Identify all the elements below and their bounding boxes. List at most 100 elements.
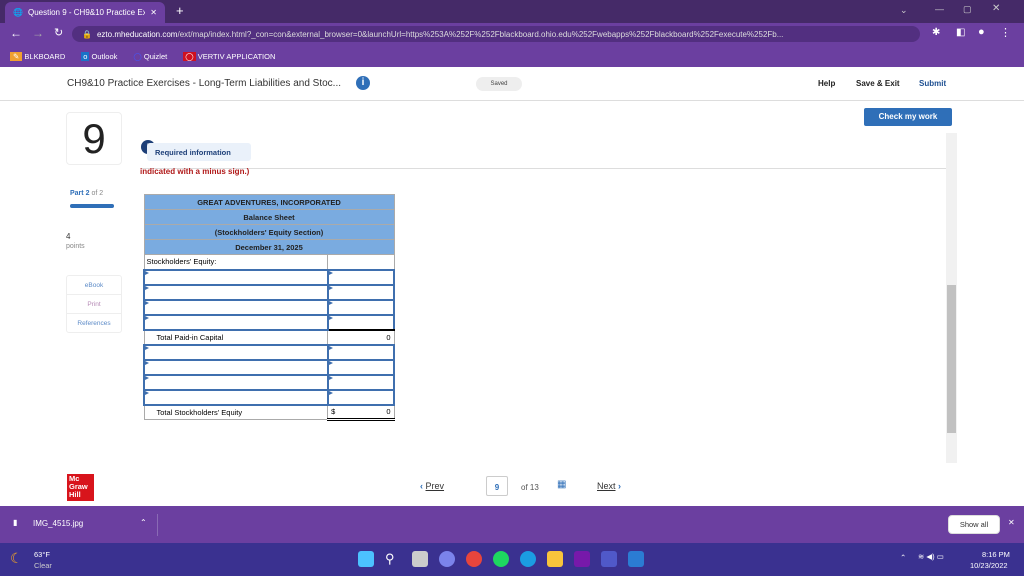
assignment-header: CH9&10 Practice Exercises - Long-Term Li…: [0, 67, 1024, 101]
points-label: points: [66, 243, 85, 250]
bookmark-outlook[interactable]: o Outlook: [81, 51, 117, 61]
taskbar: ☾ 63°F Clear ⚲ ⌃ ≋ ◀) ▭ 8:16 PM 10/23/20…: [0, 543, 1024, 576]
table-row: [143, 388, 396, 406]
tab-search-icon[interactable]: ⌄: [900, 5, 908, 16]
spotify-icon[interactable]: [493, 551, 509, 567]
side-links: eBook Print References: [66, 275, 122, 333]
profile-icon[interactable]: ●: [978, 26, 985, 38]
onenote-icon[interactable]: [574, 551, 590, 567]
info-icon[interactable]: i: [356, 76, 370, 90]
clock-date[interactable]: 10/23/2022: [970, 561, 1008, 570]
url-input[interactable]: 🔒 ezto.mheducation.com /ext/map/index.ht…: [72, 26, 920, 42]
amount-input[interactable]: [326, 313, 396, 331]
amount-input[interactable]: [326, 268, 396, 286]
close-tab-icon[interactable]: ✕: [150, 8, 157, 17]
start-icon[interactable]: [358, 551, 374, 567]
table-row: [143, 373, 396, 391]
prev-button[interactable]: ‹ Prev: [420, 481, 444, 491]
points-value: 4: [66, 232, 71, 241]
help-button[interactable]: Help: [818, 79, 835, 88]
bookmarks-bar: ✎ BLKBOARD o Outlook ◯ Quizlet ◯ VERTIV …: [0, 45, 1024, 67]
chevron-up-icon[interactable]: ⌃: [140, 518, 147, 527]
next-button[interactable]: Next ›: [597, 481, 621, 491]
chat-icon[interactable]: [439, 551, 455, 567]
close-window-icon[interactable]: ✕: [992, 3, 1000, 14]
statement-subtitle: (Stockholders' Equity Section): [143, 224, 395, 240]
amount-input[interactable]: [326, 283, 396, 301]
references-link[interactable]: References: [67, 314, 121, 333]
account-dropdown[interactable]: [143, 388, 329, 406]
current-question-box[interactable]: 9: [486, 476, 508, 496]
bookmark-quizlet[interactable]: ◯ Quizlet: [133, 52, 167, 61]
account-dropdown[interactable]: [143, 268, 329, 286]
weather-temp[interactable]: 63°F: [34, 550, 50, 559]
amount-input[interactable]: [326, 388, 396, 406]
statement-title: Balance Sheet: [143, 209, 395, 225]
url-path: /ext/map/index.html?_con=con&external_br…: [177, 29, 784, 39]
table-row: [143, 358, 396, 376]
reload-icon[interactable]: ↻: [54, 26, 63, 39]
balance-sheet-table: GREAT ADVENTURES, INCORPORATED Balance S…: [143, 194, 396, 421]
bookmark-vertiv[interactable]: ◯ VERTIV APPLICATION: [183, 51, 275, 61]
account-dropdown[interactable]: [143, 283, 329, 301]
browser-tab[interactable]: 🌐 Question 9 - CH9&10 Practice Ex ✕: [5, 2, 165, 23]
account-dropdown[interactable]: [143, 298, 329, 316]
download-file[interactable]: IMG_4515.jpg: [33, 519, 83, 528]
tray-chevron-icon[interactable]: ⌃: [900, 553, 906, 562]
instruction-text: indicated with a minus sign.): [140, 167, 250, 176]
total-equity-label: Total Stockholders' Equity: [143, 404, 329, 420]
teams-icon[interactable]: [601, 551, 617, 567]
moon-icon: ☾: [10, 550, 23, 566]
account-dropdown[interactable]: [143, 373, 329, 391]
question-number: 9: [66, 112, 122, 165]
new-tab-icon[interactable]: +: [176, 3, 184, 18]
check-my-work-button[interactable]: Check my work: [864, 108, 952, 126]
extensions-icon[interactable]: ✱: [932, 27, 940, 38]
url-domain: ezto.mheducation.com: [96, 29, 178, 39]
back-icon[interactable]: ←: [10, 26, 22, 40]
bookmark-blkboard[interactable]: ✎ BLKBOARD: [10, 51, 65, 61]
table-row: [143, 268, 396, 286]
table-row: [143, 298, 396, 316]
task-view-icon[interactable]: [412, 551, 428, 567]
forward-icon[interactable]: →: [32, 26, 44, 40]
amount-input[interactable]: [326, 298, 396, 316]
chrome-icon[interactable]: [466, 551, 482, 567]
submit-button[interactable]: Submit: [919, 79, 946, 88]
restore-icon[interactable]: ▢: [963, 4, 972, 15]
edge-icon[interactable]: [520, 551, 536, 567]
wifi-volume-battery-icons[interactable]: ≋ ◀) ▭: [918, 552, 944, 561]
close-download-bar-icon[interactable]: ✕: [1008, 518, 1015, 527]
file-icon: ▮: [13, 518, 18, 527]
footer-nav: Mc Graw Hill ‹ Prev 9 of 13 ▦ Next ›: [0, 466, 1024, 506]
grid-icon[interactable]: ▦: [557, 479, 566, 490]
download-bar: ▮ IMG_4515.jpg ⌃ Show all ✕: [0, 506, 1024, 543]
part-indicator: Part 2 of 2: [70, 190, 104, 197]
save-exit-button[interactable]: Save & Exit: [856, 79, 900, 88]
assignment-title: CH9&10 Practice Exercises - Long-Term Li…: [67, 78, 342, 89]
sidepanel-icon[interactable]: ◧: [956, 27, 965, 38]
search-icon[interactable]: ⚲: [385, 551, 401, 567]
word-icon[interactable]: [628, 551, 644, 567]
total-paid-in-value: 0: [327, 329, 395, 345]
part-progress: [70, 204, 114, 208]
amount-input[interactable]: [326, 358, 396, 376]
account-dropdown[interactable]: [143, 343, 329, 361]
weather-condition: Clear: [34, 561, 52, 570]
minimize-icon[interactable]: —: [935, 4, 944, 14]
saved-status: Saved: [476, 77, 522, 91]
amount-input[interactable]: [326, 343, 396, 361]
file-explorer-icon[interactable]: [547, 551, 563, 567]
menu-icon[interactable]: ⋮: [1000, 26, 1011, 39]
required-information-toggle[interactable]: Required information: [147, 143, 251, 161]
account-dropdown[interactable]: [143, 313, 329, 331]
show-all-button[interactable]: Show all: [948, 515, 1000, 534]
ebook-link[interactable]: eBook: [67, 276, 121, 295]
print-link[interactable]: Print: [67, 295, 121, 314]
scrollbar-thumb[interactable]: [947, 285, 956, 433]
chevron-right-icon: ›: [618, 481, 622, 491]
total-paid-in-label: Total Paid-in Capital: [143, 329, 329, 345]
amount-input[interactable]: [326, 373, 396, 391]
account-dropdown[interactable]: [143, 358, 329, 376]
clock-time[interactable]: 8:16 PM: [982, 550, 1010, 559]
